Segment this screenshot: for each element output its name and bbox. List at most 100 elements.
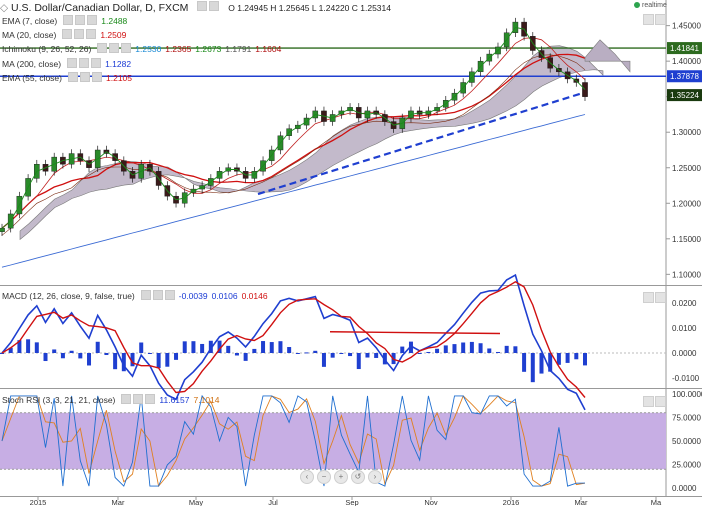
legend-ema55-value: 1.2105 bbox=[106, 73, 132, 83]
macd-histogram-bar bbox=[234, 353, 239, 356]
time-tick-label: Jul bbox=[268, 498, 278, 506]
time-tick-label: Ma bbox=[651, 498, 662, 506]
legend-ma200[interactable]: MA (200, close) 1.1282 bbox=[0, 57, 132, 72]
chevron-right-icon[interactable]: › bbox=[368, 470, 382, 484]
macd-histogram-bar bbox=[348, 353, 353, 357]
legend-ma20-controls[interactable] bbox=[60, 28, 97, 43]
legend-stoch[interactable]: Stoch RSI (3, 3, 21, 21, close) 11.6157 … bbox=[0, 393, 220, 408]
macd-histogram-bar bbox=[87, 353, 92, 366]
macd-histogram-bar bbox=[139, 342, 144, 353]
candle-body bbox=[0, 227, 5, 232]
macd-histogram-bar bbox=[374, 353, 379, 358]
macd-pane-close-button[interactable] bbox=[655, 292, 666, 303]
legend-macd-label: MACD (12, 26, close, 9, false, true) bbox=[2, 291, 135, 301]
reset-icon[interactable]: ↺ bbox=[351, 470, 365, 484]
legend-ichimoku-value-4: 1.1791 bbox=[225, 44, 252, 54]
legend-macd-value-1: -0.0039 bbox=[178, 291, 208, 301]
macd-histogram-bar bbox=[478, 343, 483, 353]
main-pane-close-button[interactable] bbox=[655, 14, 666, 25]
legend-macd-controls[interactable] bbox=[139, 289, 175, 304]
macd-histogram-bar bbox=[530, 353, 535, 383]
macd-histogram-bar bbox=[452, 344, 457, 353]
legend-stoch-value-1: 11.6157 bbox=[159, 395, 190, 405]
price-tick-label: 1.45000 bbox=[672, 22, 701, 31]
stoch-pane-maximize-button[interactable] bbox=[643, 396, 654, 407]
macd-histogram-bar bbox=[156, 353, 161, 369]
macd-histogram-bar bbox=[504, 345, 509, 353]
macd-histogram-bar bbox=[269, 342, 274, 353]
plus-icon[interactable]: + bbox=[334, 470, 348, 484]
chevron-left-icon[interactable]: ‹ bbox=[300, 470, 314, 484]
minus-icon[interactable]: − bbox=[317, 470, 331, 484]
legend-ichimoku-controls[interactable] bbox=[95, 42, 132, 57]
header-controls[interactable] bbox=[195, 0, 220, 16]
legend-ma200-label: MA (200, close) bbox=[2, 59, 62, 69]
main-pane-maximize-button[interactable] bbox=[643, 14, 654, 25]
legend-ma200-controls[interactable] bbox=[65, 57, 102, 72]
price-tick-label: 1.30000 bbox=[672, 128, 701, 137]
stoch-pane-close-button[interactable] bbox=[655, 396, 666, 407]
macd-histogram-bar bbox=[356, 353, 361, 370]
macd-histogram-bar bbox=[182, 341, 187, 353]
macd-histogram-bar bbox=[495, 351, 500, 353]
chart-root: 1.450001.400001.350001.300001.250001.200… bbox=[0, 0, 702, 506]
macd-histogram-bar bbox=[95, 341, 100, 353]
macd-histogram-bar bbox=[287, 347, 292, 353]
stoch-tick-label: 100.0000 bbox=[672, 390, 702, 399]
legend-macd-value-3: 0.0146 bbox=[241, 291, 268, 301]
legend-ma200-value: 1.1282 bbox=[105, 59, 132, 69]
macd-histogram-bar bbox=[539, 353, 544, 374]
legend-stoch-controls[interactable] bbox=[119, 393, 156, 408]
macd-histogram-bar bbox=[0, 353, 4, 354]
macd-histogram-bar bbox=[321, 353, 326, 367]
macd-histogram-bar bbox=[583, 353, 587, 366]
legend-ichimoku-value-5: 1.1604 bbox=[255, 44, 282, 54]
macd-histogram-bar bbox=[469, 341, 474, 353]
legend-ichimoku[interactable]: Ichimoku (9, 26, 52, 26) 1.2530 1.2365 1… bbox=[0, 42, 282, 57]
price-tick-label: 1.10000 bbox=[672, 270, 701, 279]
macd-histogram-bar bbox=[426, 351, 431, 353]
symbol-icon[interactable]: ◇ bbox=[0, 2, 8, 14]
legend-ema7[interactable]: EMA (7, close) 1.2488 bbox=[0, 14, 128, 29]
time-tick-label: 2015 bbox=[30, 498, 47, 506]
chart-header: ◇ U.S. Dollar/Canadian Dollar, D, FXCM O… bbox=[0, 0, 391, 16]
macd-pane-maximize-button[interactable] bbox=[643, 292, 654, 303]
macd-histogram-bar bbox=[200, 343, 205, 353]
legend-ema7-controls[interactable] bbox=[61, 14, 98, 29]
stoch-tick-label: 25.0000 bbox=[672, 461, 701, 470]
legend-macd[interactable]: MACD (12, 26, close, 9, false, true) -0.… bbox=[0, 289, 268, 304]
macd-histogram-bar bbox=[243, 353, 248, 361]
macd-histogram-bar bbox=[52, 349, 57, 353]
macd-histogram-bar bbox=[69, 350, 74, 353]
macd-histogram-bar bbox=[191, 341, 196, 353]
macd-histogram-bar bbox=[461, 342, 466, 353]
macd-histogram-bar bbox=[261, 341, 266, 353]
legend-ema55[interactable]: EMA (55, close) 1.2105 bbox=[0, 71, 132, 86]
legend-stoch-value-2: 7.1014 bbox=[193, 395, 220, 405]
macd-histogram-bar bbox=[522, 353, 527, 372]
macd-histogram-bar bbox=[252, 348, 257, 353]
legend-ema7-value: 1.2488 bbox=[101, 16, 128, 26]
macd-histogram-bar bbox=[339, 353, 344, 354]
time-tick-label: Mar bbox=[575, 498, 588, 506]
legend-macd-value-2: 0.0106 bbox=[211, 291, 238, 301]
macd-histogram-bar bbox=[60, 353, 65, 359]
price-tick-label: 1.40000 bbox=[672, 57, 701, 66]
stoch-tick-label: 50.0000 bbox=[672, 437, 701, 446]
macd-tick-label: 0.0100 bbox=[672, 324, 697, 333]
macd-histogram-bar bbox=[174, 353, 179, 360]
symbol-title: U.S. Dollar/Canadian Dollar, D, FXCM bbox=[11, 2, 189, 14]
macd-tick-label: 0.0200 bbox=[672, 299, 697, 308]
macd-histogram-bar bbox=[226, 345, 231, 353]
macd-histogram-bar bbox=[78, 353, 83, 359]
legend-ma20[interactable]: MA (20, close) 1.2509 bbox=[0, 28, 126, 43]
legend-stoch-label: Stoch RSI (3, 3, 21, 21, close) bbox=[2, 395, 116, 405]
macd-histogram-bar bbox=[113, 353, 118, 370]
legend-ichimoku-value-2: 1.2365 bbox=[165, 44, 192, 54]
status-dot-icon bbox=[634, 2, 640, 9]
legend-ma20-label: MA (20, close) bbox=[2, 30, 57, 40]
legend-ema55-controls[interactable] bbox=[66, 71, 102, 86]
macd-histogram-bar bbox=[313, 350, 318, 353]
macd-histogram-bar bbox=[26, 339, 31, 353]
price-tick-label: 1.20000 bbox=[672, 199, 701, 208]
